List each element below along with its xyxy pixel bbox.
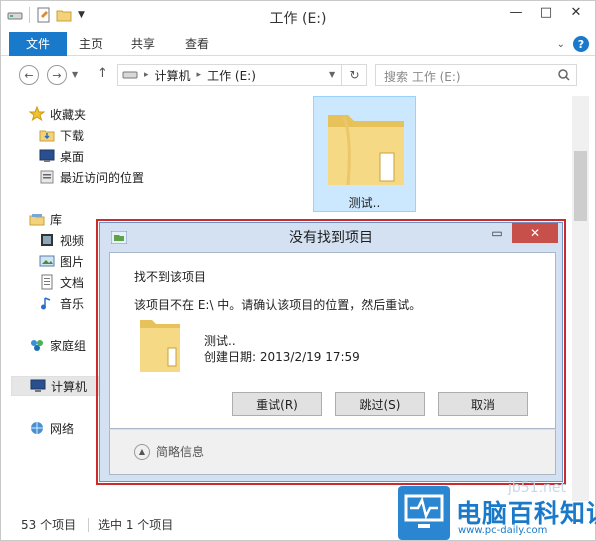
sidebar-item-recent[interactable]: 最近访问的位置 xyxy=(39,167,144,187)
homegroup-icon xyxy=(29,337,45,353)
back-button[interactable]: ← xyxy=(19,65,39,85)
skip-button[interactable]: 跳过(S) xyxy=(335,392,425,416)
ribbon-right-controls: ⌄ ? xyxy=(557,36,589,52)
sidebar-item-libraries[interactable]: 库 xyxy=(29,209,62,229)
address-drive-icon xyxy=(122,68,138,83)
breadcrumb-drive[interactable]: 工作 (E:) xyxy=(207,67,256,84)
folder-icon xyxy=(328,115,404,186)
vertical-scrollbar[interactable] xyxy=(572,96,589,501)
sidebar-item-homegroup[interactable]: 家庭组 xyxy=(29,335,86,355)
sidebar-item-pictures[interactable]: 图片 xyxy=(39,251,84,271)
window-controls: — □ ✕ xyxy=(501,1,591,23)
tab-view[interactable]: 查看 xyxy=(177,32,217,56)
tab-file[interactable]: 文件 xyxy=(9,32,67,56)
scrollbar-thumb[interactable] xyxy=(574,151,587,221)
sidebar-item-downloads[interactable]: 下载 xyxy=(39,125,84,145)
selected-count: 选中 1 个项目 xyxy=(98,518,174,532)
dialog-item-name: 测试.. xyxy=(204,334,236,348)
sidebar-item-label: 桌面 xyxy=(60,149,85,164)
video-icon xyxy=(39,232,55,248)
sidebar-item-label: 家庭组 xyxy=(50,338,87,353)
navigation-pane: 收藏夹 下载 桌面 最近访问的位置 库 视频 图片 文档 音乐 家庭组 计算机 … xyxy=(1,94,144,510)
history-dropdown-icon[interactable]: ▼ xyxy=(72,70,78,79)
up-icon[interactable]: ↑ xyxy=(97,66,108,81)
documents-icon xyxy=(39,274,55,290)
tab-share[interactable]: 共享 xyxy=(123,32,163,56)
address-dropdown-icon[interactable]: ▼ xyxy=(329,70,335,79)
dialog-minimize-button[interactable]: ▭ xyxy=(484,223,510,243)
library-icon xyxy=(29,211,45,227)
refresh-button[interactable]: ↻ xyxy=(341,64,367,86)
breadcrumb-chevron-icon[interactable]: ▸ xyxy=(144,70,149,80)
title-bar: ▼ 工作 (E:) — □ ✕ xyxy=(1,1,595,32)
star-icon xyxy=(28,105,46,122)
forward-button[interactable]: → xyxy=(47,65,67,85)
watermark-logo-icon xyxy=(398,486,450,540)
tab-home[interactable]: 主页 xyxy=(71,32,111,56)
downloads-icon xyxy=(39,127,55,143)
dialog-body: 找不到该项目 该项目不在 E:\ 中。请确认该项目的位置，然后重试。 测试.. … xyxy=(109,252,556,429)
network-icon xyxy=(29,420,45,436)
breadcrumb-chevron-icon[interactable]: ▸ xyxy=(197,70,202,80)
ribbon-tabs: 文件 主页 共享 查看 ⌄ ? xyxy=(1,32,595,56)
dialog-item-date: 创建日期: 2013/2/19 17:59 xyxy=(204,350,360,364)
sidebar-item-label: 文档 xyxy=(60,275,85,290)
item-count: 53 个项目 xyxy=(21,518,77,532)
minimize-button[interactable]: — xyxy=(501,1,531,23)
sidebar-item-computer[interactable]: 计算机 xyxy=(11,376,101,396)
watermark-url: www.pc-daily.com xyxy=(458,525,548,536)
dialog-message: 该项目不在 E:\ 中。请确认该项目的位置，然后重试。 xyxy=(134,298,422,312)
sidebar-item-label: 最近访问的位置 xyxy=(60,170,145,185)
sidebar-item-label: 收藏夹 xyxy=(50,107,87,122)
expand-ribbon-icon[interactable]: ⌄ xyxy=(557,39,565,50)
address-toolbar: ← → ▼ ↑ ▸ 计算机 ▸ 工作 (E:) ▼ ↻ 搜索 工作 (E:) xyxy=(1,56,595,94)
dialog-close-button[interactable]: ✕ xyxy=(512,223,558,243)
breadcrumb-computer[interactable]: 计算机 xyxy=(155,67,191,84)
cancel-button[interactable]: 取消 xyxy=(438,392,528,416)
sidebar-item-label: 计算机 xyxy=(51,379,88,394)
close-button[interactable]: ✕ xyxy=(561,1,591,23)
sidebar-item-desktop[interactable]: 桌面 xyxy=(39,146,84,166)
sidebar-item-label: 音乐 xyxy=(60,296,85,311)
folder-name: 测试.. xyxy=(348,196,381,210)
retry-button[interactable]: 重试(R) xyxy=(232,392,322,416)
dialog-heading: 找不到该项目 xyxy=(134,270,207,284)
status-divider xyxy=(88,518,89,532)
fewer-details-label: 简略信息 xyxy=(156,445,205,459)
search-input[interactable]: 搜索 工作 (E:) xyxy=(375,64,577,86)
sidebar-item-label: 下载 xyxy=(60,128,85,143)
desktop-icon xyxy=(39,148,55,164)
computer-icon xyxy=(30,378,46,394)
sidebar-item-favorites[interactable]: 收藏夹 xyxy=(28,104,87,124)
sidebar-item-label: 库 xyxy=(50,212,63,227)
recent-places-icon xyxy=(39,169,55,185)
music-icon xyxy=(39,295,55,311)
sidebar-item-documents[interactable]: 文档 xyxy=(39,272,84,292)
folder-item-selected[interactable]: 测试.. xyxy=(313,96,416,212)
maximize-button[interactable]: □ xyxy=(531,1,561,23)
chevron-up-icon: ▲ xyxy=(134,443,150,460)
sidebar-item-label: 图片 xyxy=(60,254,85,269)
search-icon[interactable] xyxy=(558,69,570,81)
fewer-details-toggle[interactable]: ▲ 简略信息 xyxy=(134,443,204,460)
help-icon[interactable]: ? xyxy=(573,36,589,52)
sidebar-item-music[interactable]: 音乐 xyxy=(39,293,84,313)
pictures-icon xyxy=(39,253,55,269)
sidebar-item-videos[interactable]: 视频 xyxy=(39,230,84,250)
sidebar-item-network[interactable]: 网络 xyxy=(29,418,74,438)
sidebar-item-label: 视频 xyxy=(60,233,85,248)
folder-icon xyxy=(140,320,180,372)
sidebar-item-label: 网络 xyxy=(50,421,75,436)
